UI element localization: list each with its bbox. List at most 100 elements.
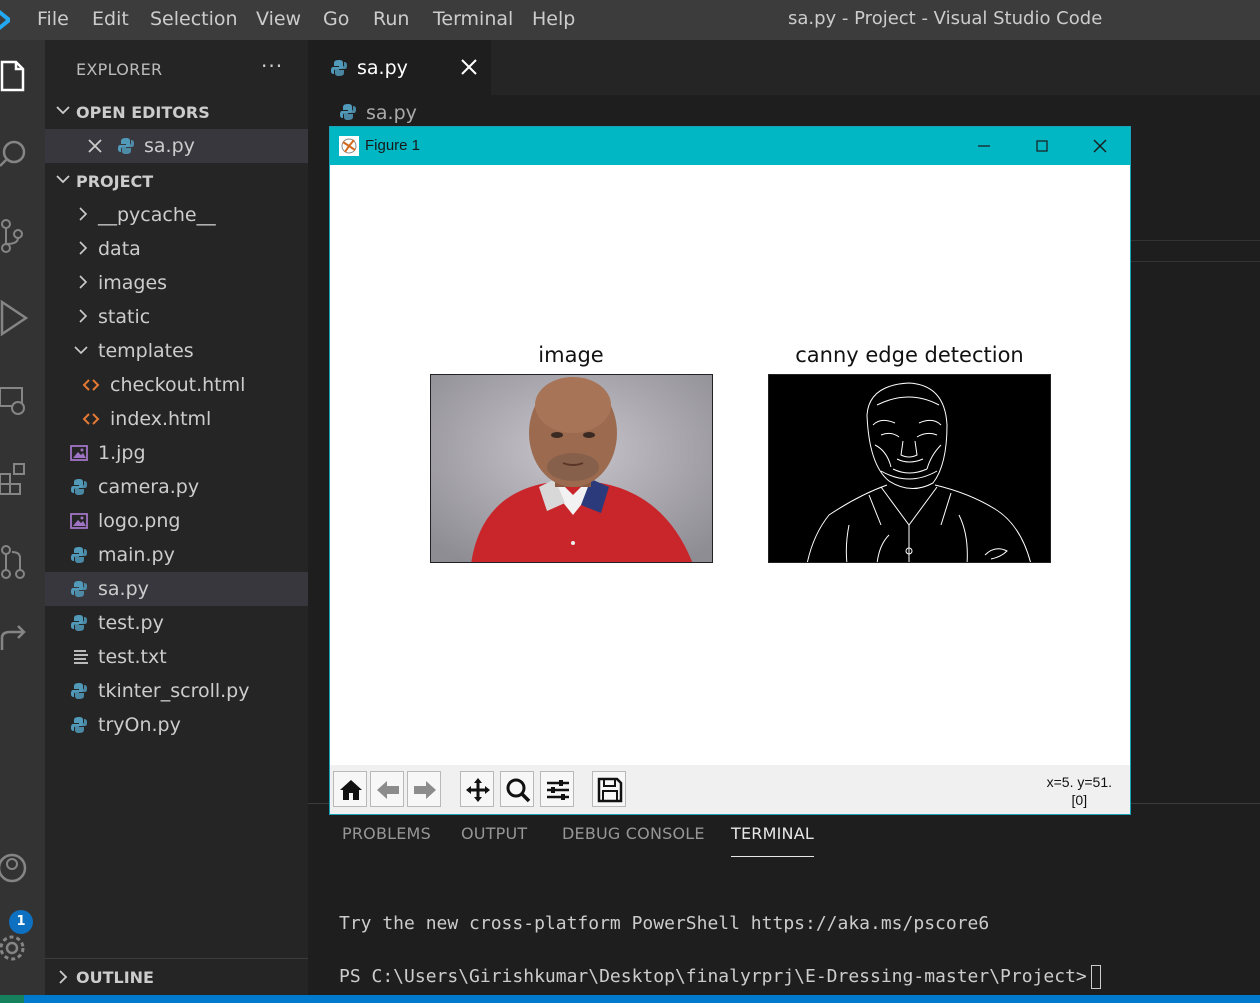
window-title: sa.py - Project - Visual Studio Code	[788, 8, 1103, 29]
python-file-icon	[340, 104, 356, 120]
forward-button[interactable]	[407, 771, 441, 807]
file-item-main-py[interactable]: main.py	[45, 538, 308, 572]
folder-item-templates[interactable]: templates	[45, 334, 308, 368]
menu-go[interactable]: Go	[323, 8, 349, 30]
run-debug-icon[interactable]	[0, 298, 30, 338]
breadcrumb-file[interactable]: sa.py	[366, 102, 417, 124]
remote-indicator[interactable]	[0, 995, 24, 1003]
file-item-tkinter-scroll-py[interactable]: tkinter_scroll.py	[45, 674, 308, 708]
tree-item-label: static	[98, 306, 151, 328]
chevron-right-icon	[79, 241, 88, 255]
file-item-index-html[interactable]: index.html	[45, 402, 308, 436]
tree-item-label: 1.jpg	[98, 442, 146, 464]
open-editor-item[interactable]: sa.py	[45, 129, 308, 163]
tab-output[interactable]: OUTPUT	[461, 824, 527, 843]
figure-window: Figure 1 image canny edge detection x=5.…	[329, 126, 1131, 815]
close-window-icon[interactable]	[1090, 136, 1110, 156]
tree-item-label: tryOn.py	[98, 714, 181, 736]
tree-item-label: images	[98, 272, 168, 294]
chevron-down-icon	[56, 106, 70, 115]
menu-file[interactable]: File	[37, 8, 69, 30]
tree-item-label: checkout.html	[110, 374, 246, 396]
forward-arrow-icon	[414, 781, 436, 799]
file-item-logo-png[interactable]: logo.png	[45, 504, 308, 538]
html-file-icon	[82, 379, 100, 391]
terminal-prompt-line[interactable]: PS C:\Users\Girishkumar\Desktop\finalyrp…	[339, 965, 1101, 989]
text-file-icon	[74, 650, 88, 664]
maximize-icon[interactable]	[1032, 136, 1052, 156]
configure-subplots-button[interactable]	[540, 771, 574, 807]
terminal-cursor	[1090, 965, 1101, 989]
python-file-icon	[331, 60, 347, 76]
zoom-button[interactable]	[500, 771, 534, 807]
editor-tab-strip: sa.py	[308, 40, 1260, 95]
open-editor-file-label: sa.py	[144, 135, 195, 157]
tab-debug-console[interactable]: DEBUG CONSOLE	[562, 824, 705, 843]
source-control-icon[interactable]	[0, 216, 30, 256]
folder-item-static[interactable]: static	[45, 300, 308, 334]
back-button[interactable]	[370, 771, 404, 807]
search-icon[interactable]	[0, 134, 30, 174]
menu-edit[interactable]: Edit	[92, 8, 129, 30]
tree-item-label: sa.py	[98, 578, 149, 600]
folder-item-pycache[interactable]: __pycache__	[45, 198, 308, 232]
menu-selection[interactable]: Selection	[150, 8, 238, 30]
pan-button[interactable]	[460, 771, 494, 807]
settings-gear-icon[interactable]	[0, 928, 30, 968]
save-figure-button[interactable]	[592, 771, 626, 807]
matplotlib-icon	[339, 136, 359, 156]
tab-problems[interactable]: PROBLEMS	[342, 824, 431, 843]
back-arrow-icon	[377, 781, 399, 799]
close-tab-icon[interactable]	[460, 58, 478, 76]
file-item-test-txt[interactable]: test.txt	[45, 640, 308, 674]
live-share-icon[interactable]	[0, 618, 30, 658]
python-file-icon	[71, 547, 87, 563]
file-item-test-py[interactable]: test.py	[45, 606, 308, 640]
status-bar	[0, 995, 1260, 1003]
more-actions-icon[interactable]: ···	[261, 54, 283, 78]
explorer-icon[interactable]	[0, 56, 30, 96]
pan-move-icon	[466, 778, 490, 802]
file-item-tryon-py[interactable]: tryOn.py	[45, 708, 308, 742]
tree-item-label: index.html	[110, 408, 212, 430]
minimize-icon[interactable]	[974, 136, 994, 156]
extensions-icon[interactable]	[0, 460, 30, 500]
pull-requests-icon[interactable]	[0, 542, 30, 582]
folder-item-data[interactable]: data	[45, 232, 308, 266]
bottom-panel: PROBLEMS OUTPUT DEBUG CONSOLE TERMINAL T…	[308, 803, 1260, 989]
chevron-right-icon	[79, 309, 88, 323]
python-file-icon	[71, 479, 87, 495]
current-line-highlight	[1130, 240, 1260, 262]
accounts-icon[interactable]	[0, 848, 30, 888]
menu-view[interactable]: View	[256, 8, 301, 30]
file-item-1-jpg[interactable]: 1.jpg	[45, 436, 308, 470]
close-icon[interactable]	[88, 139, 102, 153]
menu-help[interactable]: Help	[532, 8, 575, 30]
menu-run[interactable]: Run	[373, 8, 409, 30]
python-file-icon	[71, 717, 87, 733]
python-file-icon	[71, 683, 87, 699]
file-item-sa-py[interactable]: sa.py	[45, 572, 308, 606]
explorer-title: EXPLORER	[76, 60, 163, 79]
remote-explorer-icon[interactable]	[0, 380, 30, 420]
file-item-camera-py[interactable]: camera.py	[45, 470, 308, 504]
menu-terminal[interactable]: Terminal	[433, 8, 513, 30]
save-icon	[597, 777, 623, 803]
coords-line-2: [0]	[1071, 792, 1088, 808]
home-button[interactable]	[333, 771, 367, 807]
cursor-coordinates: x=5. y=51. [0]	[1047, 773, 1112, 809]
tab-label: sa.py	[357, 57, 408, 79]
open-editors-section[interactable]: OPEN EDITORS	[45, 96, 308, 130]
figure-canvas[interactable]: image canny edge detection	[330, 165, 1130, 765]
tab-terminal[interactable]: TERMINAL	[731, 824, 814, 843]
folder-item-images[interactable]: images	[45, 266, 308, 300]
tab-sa-py[interactable]: sa.py	[308, 40, 491, 95]
project-section[interactable]: PROJECT	[45, 165, 308, 199]
tree-item-label: camera.py	[98, 476, 200, 498]
outline-section[interactable]: OUTLINE	[45, 958, 308, 995]
python-file-icon	[71, 581, 87, 597]
zoom-icon	[506, 778, 531, 803]
file-item-checkout-html[interactable]: checkout.html	[45, 368, 308, 402]
outline-label: OUTLINE	[76, 968, 154, 987]
tree-item-label: templates	[98, 340, 194, 362]
